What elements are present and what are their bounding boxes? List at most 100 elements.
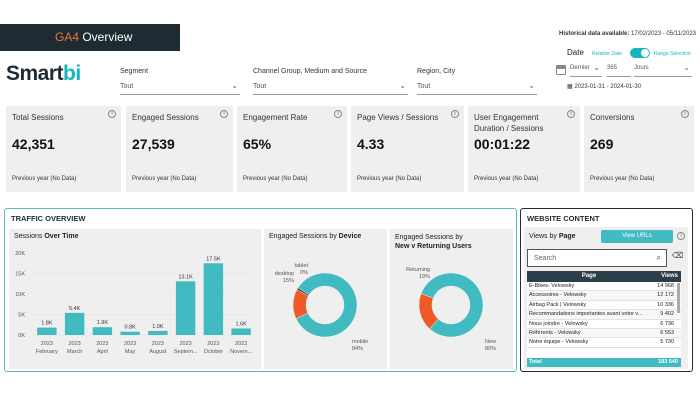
slice-label-name: mobile — [352, 339, 368, 345]
x-tick-label-year: 2023 — [235, 341, 247, 347]
info-icon[interactable]: i — [567, 110, 575, 118]
kpi-title: Page Views / Sessions — [357, 113, 439, 122]
views-cell: 14 968 — [657, 283, 674, 289]
device-donut-chart: mobile84% desktop15% tablet0% — [275, 263, 368, 352]
smartbi-logo: Smartbi — [6, 62, 81, 85]
table-header: Page Views — [527, 271, 681, 282]
table-row[interactable]: Accessoires - Velowsky 12 172 — [527, 291, 681, 301]
search-input[interactable]: Search ⌕ — [527, 249, 667, 267]
new-returning-donut-chart: New80% Returning19% — [406, 267, 496, 352]
table-row[interactable]: E-Bikes- Velowsky 14 968 — [527, 282, 681, 292]
x-tick-label-year: 2023 — [96, 341, 108, 347]
views-cell: 6 553 — [660, 329, 674, 336]
info-icon[interactable]: i — [108, 110, 116, 118]
date-label: Date — [567, 48, 584, 57]
table-row[interactable]: Recommandations importantes avant votre … — [527, 310, 681, 320]
bar — [231, 328, 251, 335]
views-cell: 9 402 — [660, 311, 674, 318]
bar — [92, 327, 113, 335]
eraser-icon[interactable]: ⌫ — [672, 251, 683, 260]
bar — [37, 327, 57, 335]
x-tick-label-month: February — [36, 349, 58, 355]
kpi-card-page-views: Page Views / Sessions i 4.33 Previous ye… — [351, 106, 464, 192]
kpi-card-engaged-sessions: Engaged Sessions i 27,539 Previous year … — [126, 106, 233, 192]
search-placeholder: Search — [534, 255, 557, 262]
bar — [120, 331, 140, 335]
slice-label-value: 0% — [300, 270, 308, 276]
calendar-icon: ▦ — [567, 84, 573, 90]
page-cell: E-Bikes- Velowsky — [529, 283, 575, 289]
info-icon[interactable]: i — [334, 110, 342, 118]
historical-data-text: Historical data available: 17/02/2023 - … — [559, 31, 696, 37]
slice-label-name: tablet — [295, 263, 309, 269]
channel-value: Tout — [253, 83, 267, 90]
total-label: Total — [529, 359, 542, 365]
bar-data-label: 13.1K — [178, 274, 193, 280]
region-dropdown[interactable]: Tout ⌄ — [417, 80, 537, 95]
page-views-table: Page Views E-Bikes- Velowsky 14 968 Access… — [527, 271, 681, 367]
period-dropdown[interactable]: Dernier ⌄ — [570, 62, 602, 77]
table-body: E-Bikes- Velowsky 14 968 Accessoires - Vel… — [527, 282, 681, 348]
kpi-previous: Previous year (No Data) — [474, 176, 539, 182]
relative-date-label: Relative Date — [592, 51, 623, 57]
info-icon[interactable]: i — [451, 110, 459, 118]
x-tick-label-year: 2023 — [69, 341, 81, 347]
y-tick-label: 20K — [15, 251, 25, 257]
period-count-input[interactable]: 365 — [607, 62, 631, 77]
channel-dropdown[interactable]: Tout ⌄ — [253, 80, 408, 95]
page-cell: Recommandations importantes avant votre … — [529, 311, 643, 318]
column-header-page[interactable]: Page — [527, 271, 651, 282]
traffic-overview-section: TRAFFIC OVERVIEW Sessions Over Time 20K 1… — [4, 208, 517, 372]
column-header-views[interactable]: Views — [651, 271, 681, 282]
table-row[interactable]: Nous joindre - Velowsky 6 736 — [527, 319, 681, 329]
segment-label: Segment — [120, 68, 149, 75]
page-cell: Référents - Velowsky — [529, 329, 581, 336]
channel-label: Channel Group, Medium and Source — [253, 68, 368, 75]
bar-data-label: 0.8K — [124, 325, 136, 331]
view-urls-button[interactable]: View URLs — [601, 230, 673, 243]
table-total-row: Total 183 540 — [527, 358, 681, 367]
views-by-page-title: Views by Page — [529, 233, 576, 240]
chevron-down-icon: ⌄ — [593, 63, 600, 72]
y-tick-label: 0K — [18, 333, 25, 339]
sessions-chart-title: Sessions Over Time — [14, 233, 79, 240]
sessions-bar-chart: 20K 15K 10K 5K 0K 1.8K 2023 February 5.4K 2023 Mar… — [15, 251, 255, 355]
kpi-value: 27,539 — [132, 136, 175, 152]
kpi-title: Conversions — [590, 113, 635, 122]
slice-label-value: 15% — [283, 278, 294, 284]
x-tick-label-year: 2023 — [180, 341, 192, 347]
kpi-title: Engaged Sessions — [132, 113, 199, 122]
segment-dropdown[interactable]: Tout ⌄ — [120, 80, 240, 95]
info-icon[interactable]: i — [677, 232, 685, 240]
period-unit-dropdown[interactable]: Jours ⌄ — [634, 62, 692, 77]
calendar-icon[interactable] — [556, 65, 566, 75]
slice-label-name: desktop — [275, 271, 294, 277]
views-cell: 5 730 — [660, 339, 674, 346]
info-icon[interactable]: i — [681, 110, 689, 118]
x-tick-label-month: October — [204, 349, 224, 355]
table-row[interactable]: Référents - Velowsky 6 553 — [527, 328, 681, 339]
table-scrollbar[interactable] — [677, 283, 680, 313]
views-cell: 6 736 — [660, 320, 674, 327]
date-mode-toggle[interactable] — [630, 48, 650, 58]
chevron-down-icon: ⌄ — [399, 81, 406, 90]
table-row[interactable]: Airbag Pack | Velowsky 10 336 — [527, 300, 681, 311]
x-tick-label-month: March — [67, 349, 82, 355]
slice-label-value: 80% — [485, 346, 496, 352]
bar — [148, 330, 168, 335]
x-tick-label-month: Novem... — [230, 349, 252, 355]
sessions-over-time-panel: Sessions Over Time 20K 15K 10K 5K 0K 1.8K 2023… — [9, 229, 261, 369]
chevron-down-icon: ⌄ — [683, 63, 690, 72]
bar-data-label: 1.6K — [235, 321, 247, 327]
table-row[interactable]: Notre équipe - Velowsky 5 730 — [527, 338, 681, 348]
website-content-title: WEBSITE CONTENT — [527, 214, 600, 223]
page-cell: Notre équipe - Velowsky — [529, 339, 589, 346]
info-icon[interactable]: i — [220, 110, 228, 118]
page-cell: Accessoires - Velowsky — [529, 292, 587, 299]
website-content-section: WEBSITE CONTENT Views by Page View URLs … — [520, 208, 693, 372]
bar-data-label: 17.5K — [206, 256, 221, 262]
views-cell: 12 172 — [657, 292, 674, 299]
chevron-down-icon: ⌄ — [231, 81, 238, 90]
x-tick-label-month: Septem... — [174, 349, 198, 355]
y-tick-label: 10K — [15, 292, 25, 298]
